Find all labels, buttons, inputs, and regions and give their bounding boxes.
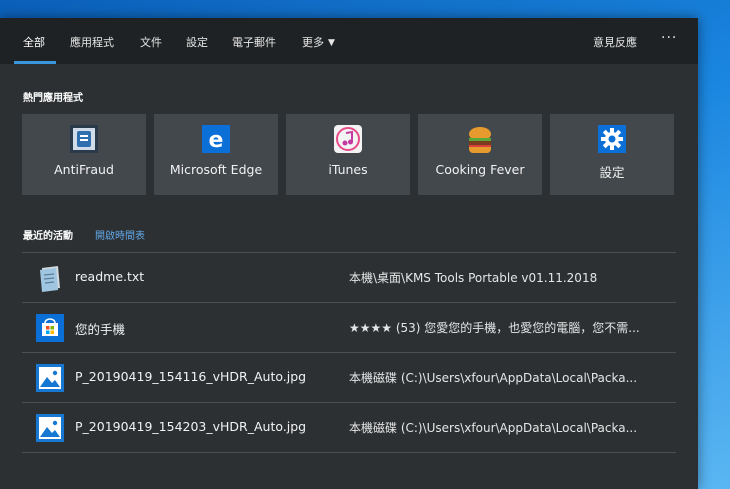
app-tile-cooking-fever[interactable]: Cooking Fever <box>418 114 542 195</box>
recent-activity-heading: 最近的活動 <box>23 231 73 242</box>
more-options-icon[interactable]: ··· <box>661 30 677 46</box>
tab-email[interactable]: 電子郵件 <box>232 34 276 50</box>
app-tile-label: Cooking Fever <box>435 162 525 177</box>
recent-item-description: ★★★★ (53) 您愛您的手機，也愛您的電腦，您不需... <box>349 321 640 335</box>
recent-item-name: P_20190419_154203_vHDR_Auto.jpg <box>75 419 307 434</box>
itunes-icon <box>334 125 362 153</box>
search-tab-bar: 全部 應用程式 文件 設定 電子郵件 更多 ▼ 意見反應 ··· <box>0 18 698 64</box>
top-apps-heading: 熱門應用程式 <box>23 93 83 104</box>
app-tile-settings[interactable]: 設定 <box>550 114 674 195</box>
text-file-icon <box>40 266 60 292</box>
settings-gear-icon <box>598 125 626 153</box>
svg-text:e: e <box>209 128 224 153</box>
recent-item-readme[interactable]: readme.txt 本機\桌面\KMS Tools Portable v01.… <box>22 253 676 303</box>
store-icon <box>36 314 64 342</box>
image-file-icon <box>36 414 64 442</box>
tab-apps[interactable]: 應用程式 <box>70 34 114 50</box>
edge-icon: e <box>202 125 230 153</box>
recent-item-your-phone[interactable]: 您的手機 ★★★★ (53) 您愛您的手機，也愛您的電腦，您不需... <box>22 303 676 353</box>
tab-settings[interactable]: 設定 <box>186 34 208 50</box>
recent-item-path: 本機磁碟 (C:)\Users\xfour\AppData\Local\Pack… <box>349 421 638 435</box>
recent-item-photo-1[interactable]: P_20190419_154116_vHDR_Auto.jpg 本機磁碟 (C:… <box>22 353 676 403</box>
chevron-down-icon: ▼ <box>328 38 335 48</box>
antifraud-icon <box>70 125 98 153</box>
recent-item-path: 本機\桌面\KMS Tools Portable v01.11.2018 <box>349 271 598 285</box>
cooking-fever-icon <box>469 127 491 153</box>
app-tile-label: iTunes <box>328 162 368 177</box>
app-tile-label: Microsoft Edge <box>169 162 263 177</box>
image-file-icon <box>36 364 64 392</box>
app-tile-label: 設定 <box>599 165 625 180</box>
recent-item-path: 本機磁碟 (C:)\Users\xfour\AppData\Local\Pack… <box>349 371 638 385</box>
open-timeline-link[interactable]: 開啟時間表 <box>95 227 145 242</box>
app-tile-antifraud[interactable]: AntiFraud <box>22 114 146 195</box>
recent-item-photo-2[interactable]: P_20190419_154203_vHDR_Auto.jpg 本機磁碟 (C:… <box>22 403 676 453</box>
app-tile-label: AntiFraud <box>54 162 114 177</box>
recent-item-name: P_20190419_154116_vHDR_Auto.jpg <box>75 369 307 384</box>
tab-all[interactable]: 全部 <box>23 34 45 50</box>
tab-more-label: 更多 <box>302 36 324 49</box>
app-tile-edge[interactable]: e Microsoft Edge <box>154 114 278 195</box>
recent-item-name: readme.txt <box>75 269 145 284</box>
app-tile-itunes[interactable]: iTunes <box>286 114 410 195</box>
recent-item-name: 您的手機 <box>75 322 126 337</box>
tab-documents[interactable]: 文件 <box>140 34 162 50</box>
feedback-button[interactable]: 意見反應 <box>593 34 637 50</box>
search-panel: 全部 應用程式 文件 設定 電子郵件 更多 ▼ 意見反應 ··· 熱門應用程式 A… <box>0 18 698 489</box>
tab-more[interactable]: 更多 ▼ <box>302 34 335 50</box>
active-tab-indicator <box>14 61 56 64</box>
